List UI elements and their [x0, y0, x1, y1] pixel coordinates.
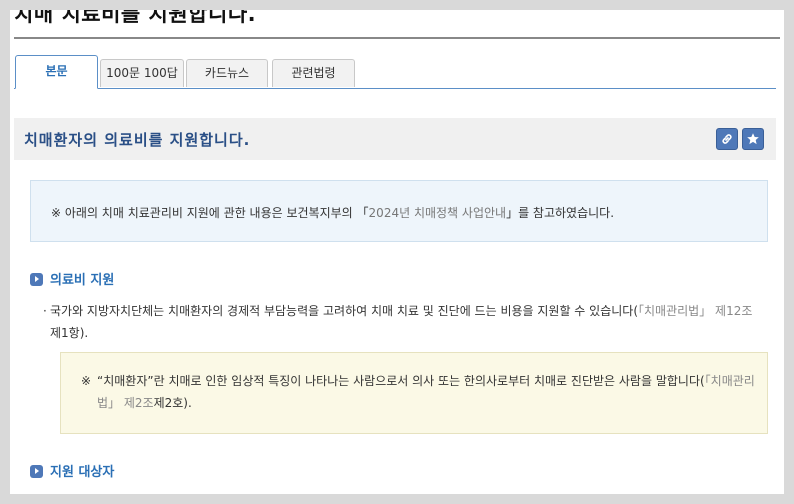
medical-support-heading-label: 의료비 지원 [50, 273, 115, 288]
medical-support-heading: 의료비 지원 [30, 269, 114, 288]
source-notice: ※ 아래의 치매 치료관리비 지원에 관한 내용은 보건복지부의 「2024년 … [30, 180, 768, 242]
section-title: 치매환자의 의료비를 지원합니다. [24, 131, 251, 149]
title-divider [14, 37, 780, 39]
content-panel: 치매 치료비를 지원합니다. 본문 100문 100답 카드뉴스 관련법령 치매… [10, 10, 784, 494]
copy-link-button[interactable] [716, 128, 738, 150]
paragraph-main: 국가와 지방자치단체는 치매환자의 경제적 부담능력을 고려하여 치매 치료 및… [50, 304, 639, 318]
arrow-right-icon [30, 273, 43, 286]
bookmark-button[interactable] [742, 128, 764, 150]
tab-bar: 본문 100문 100답 카드뉴스 관련법령 [14, 55, 776, 89]
bullet-dot: · [43, 304, 47, 318]
note-ref-tail: 제2호). [153, 396, 192, 410]
note-main: “치매환자”란 치매로 인한 임상적 특징이 나타나는 사람으로서 의사 또는 … [97, 374, 705, 388]
note-mark: ※ [81, 374, 92, 388]
notice-prefix: ※ 아래의 치매 치료관리비 지원에 관한 내용은 보건복지부의 「 [51, 206, 369, 220]
medical-support-paragraph: · 국가와 지방자치단체는 치매환자의 경제적 부담능력을 고려하여 치매 치료 … [43, 300, 762, 344]
notice-reference: 2024년 치매정책 사업안내 [368, 206, 507, 220]
tab-card-news[interactable]: 카드뉴스 [186, 59, 268, 87]
notice-text: ※ 아래의 치매 치료관리비 지원에 관한 내용은 보건복지부의 「2024년 … [51, 204, 614, 221]
target-heading: 지원 대상자 [30, 461, 114, 480]
page-title: 치매 치료비를 지원합니다. [14, 10, 257, 26]
definition-note: ※ “치매환자”란 치매로 인한 임상적 특징이 나타나는 사람으로서 의사 또는… [60, 352, 768, 434]
star-icon [747, 133, 759, 145]
tab-main[interactable]: 본문 [15, 55, 98, 89]
note-text: ※ “치매환자”란 치매로 인한 임상적 특징이 나타나는 사람으로서 의사 또는… [81, 370, 761, 414]
paragraph-ref-tail: 제1항). [50, 326, 89, 340]
tab-faq[interactable]: 100문 100답 [100, 59, 184, 87]
section-header: 치매환자의 의료비를 지원합니다. [14, 118, 776, 160]
notice-suffix: 」를 참고하였습니다. [506, 206, 615, 220]
tab-related-laws[interactable]: 관련법령 [272, 59, 355, 87]
law-reference-link[interactable]: 「치매관리법」 제12조 [638, 304, 752, 318]
arrow-right-icon [30, 465, 43, 478]
link-icon [722, 134, 732, 144]
target-heading-label: 지원 대상자 [50, 465, 115, 480]
